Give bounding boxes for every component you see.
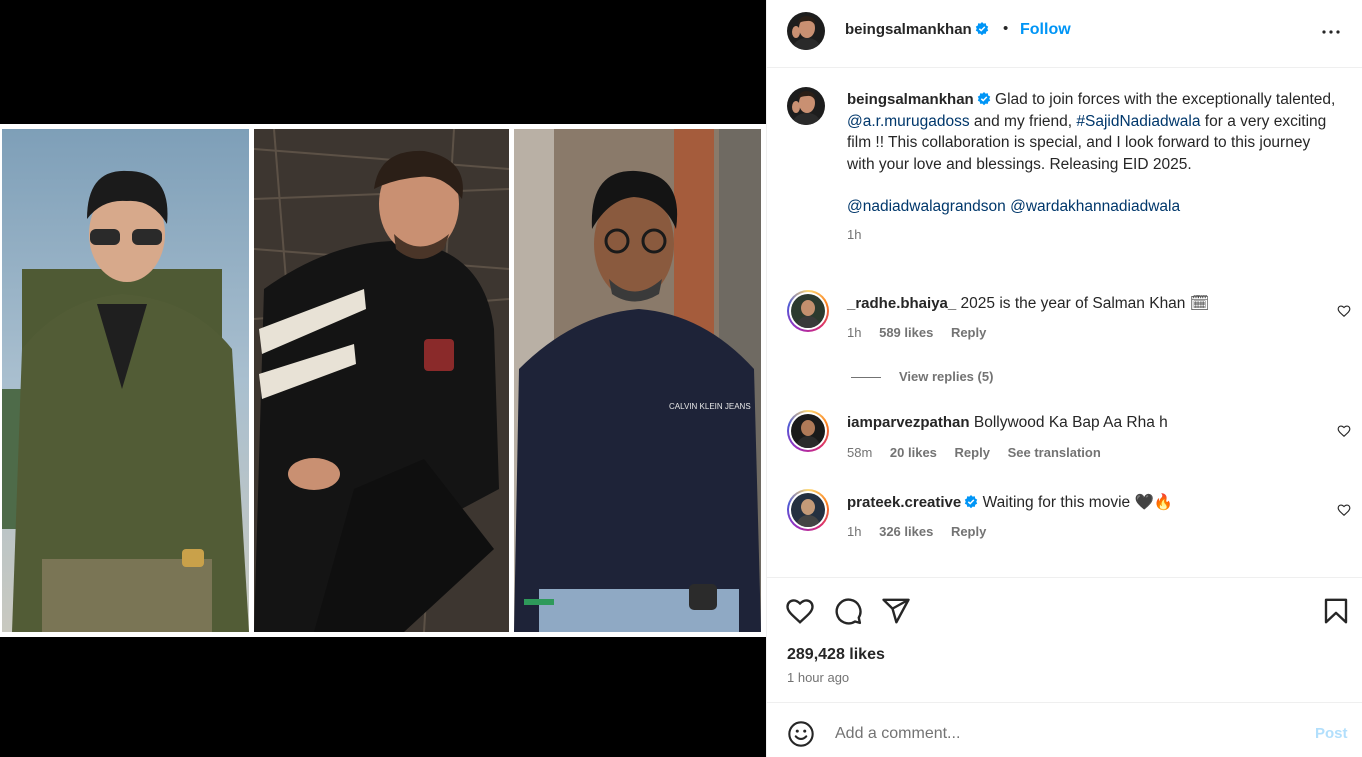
comment-body: Bollywood Ka Bap Aa Rha h [973, 414, 1168, 431]
comment-bubble-icon[interactable] [833, 596, 863, 626]
comment-time: 1h [847, 524, 862, 539]
mention-link[interactable]: @wardakhannadiadwala [1010, 198, 1180, 215]
like-comment-icon[interactable] [1337, 304, 1351, 318]
svg-text:CALVIN KLEIN JEANS: CALVIN KLEIN JEANS [669, 402, 751, 411]
see-translation-button[interactable]: See translation [1008, 445, 1101, 460]
comment-item: _radhe.bhaiya_ 2025 is the year of Salma… [787, 290, 1351, 360]
hashtag-link[interactable]: #SajidNadiadwala [1076, 113, 1200, 130]
commenter-username[interactable]: iamparvezpathan [847, 414, 970, 431]
reply-button[interactable]: Reply [955, 445, 990, 460]
comment-likes[interactable]: 20 likes [890, 445, 937, 460]
author-avatar[interactable] [787, 12, 825, 50]
comments-list[interactable]: beingsalmankhan Glad to join forces with… [767, 69, 1362, 577]
mention-link[interactable]: @a.r.murugadoss [847, 113, 970, 130]
comment-meta: 1h 589 likes Reply [847, 325, 1000, 340]
commenter-avatar[interactable] [787, 410, 829, 452]
commenter-avatar[interactable] [787, 489, 829, 531]
comment-text: prateek.creative Waiting for this movie … [847, 493, 1173, 512]
caption-time: 1h [847, 226, 862, 242]
comment-likes[interactable]: 326 likes [879, 524, 933, 539]
photo-center [254, 129, 509, 632]
like-heart-icon[interactable] [785, 596, 815, 626]
caption-text: beingsalmankhan Glad to join forces with… [847, 89, 1337, 245]
reply-button[interactable]: Reply [951, 524, 986, 539]
more-options-icon[interactable] [1319, 20, 1343, 44]
post-timestamp: 1 hour ago [787, 670, 850, 685]
comment-meta: 1h 326 likes Reply [847, 524, 1000, 539]
comment-time: 1h [847, 325, 862, 340]
save-bookmark-icon[interactable] [1321, 596, 1351, 626]
caption-username[interactable]: beingsalmankhan [847, 91, 974, 108]
comment-input[interactable] [835, 722, 1295, 746]
post-actions: 289,428 likes 1 hour ago [767, 577, 1362, 703]
comment-item: iamparvezpathan Bollywood Ka Bap Aa Rha … [787, 410, 1351, 480]
comment-item: prateek.creative Waiting for this movie … [787, 489, 1351, 559]
comment-body: 2025 is the year of Salman Khan 🗓 [960, 295, 1210, 312]
photo-left [2, 129, 249, 632]
post-media[interactable]: CALVIN KLEIN JEANS [0, 0, 766, 757]
likes-count[interactable]: 289,428 likes [787, 646, 885, 664]
post-panel: beingsalmankhan • Follow beingsalmankhan… [766, 0, 1362, 757]
verified-badge-icon [975, 22, 988, 36]
photo-collage: CALVIN KLEIN JEANS [0, 124, 766, 637]
share-send-icon[interactable] [881, 596, 911, 626]
like-comment-icon[interactable] [1337, 424, 1351, 438]
comment-likes[interactable]: 589 likes [879, 325, 933, 340]
separator-dot: • [1003, 20, 1009, 37]
comment-text: _radhe.bhaiya_ 2025 is the year of Salma… [847, 294, 1209, 313]
reply-button[interactable]: Reply [951, 325, 986, 340]
comment-time: 58m [847, 445, 873, 460]
comment-meta: 58m 20 likes Reply See translation [847, 445, 1115, 460]
commenter-username[interactable]: prateek.creative [847, 494, 961, 511]
comment-body: Waiting for this movie 🖤🔥 [982, 494, 1174, 511]
add-comment-bar: Post [767, 704, 1362, 757]
caption-segment: Glad to join forces with the exceptional… [995, 91, 1336, 108]
caption-segment: and my friend, [969, 112, 1077, 130]
caption-avatar[interactable] [787, 87, 825, 125]
verified-badge-icon [977, 92, 990, 106]
view-replies-button[interactable]: View replies (5) [851, 369, 993, 384]
commenter-username[interactable]: _radhe.bhaiya_ [847, 295, 956, 312]
post-comment-button[interactable]: Post [1315, 725, 1348, 742]
verified-badge-icon [965, 495, 978, 509]
like-comment-icon[interactable] [1337, 503, 1351, 517]
post-header: beingsalmankhan • Follow [767, 0, 1362, 68]
comment-text: iamparvezpathan Bollywood Ka Bap Aa Rha … [847, 414, 1168, 432]
emoji-icon[interactable] [787, 720, 815, 748]
follow-button[interactable]: Follow [1020, 21, 1071, 39]
photo-right: CALVIN KLEIN JEANS [514, 129, 761, 632]
author-username[interactable]: beingsalmankhan [845, 21, 989, 38]
commenter-avatar[interactable] [787, 290, 829, 332]
mention-link[interactable]: @nadiadwalagrandson [847, 198, 1006, 215]
